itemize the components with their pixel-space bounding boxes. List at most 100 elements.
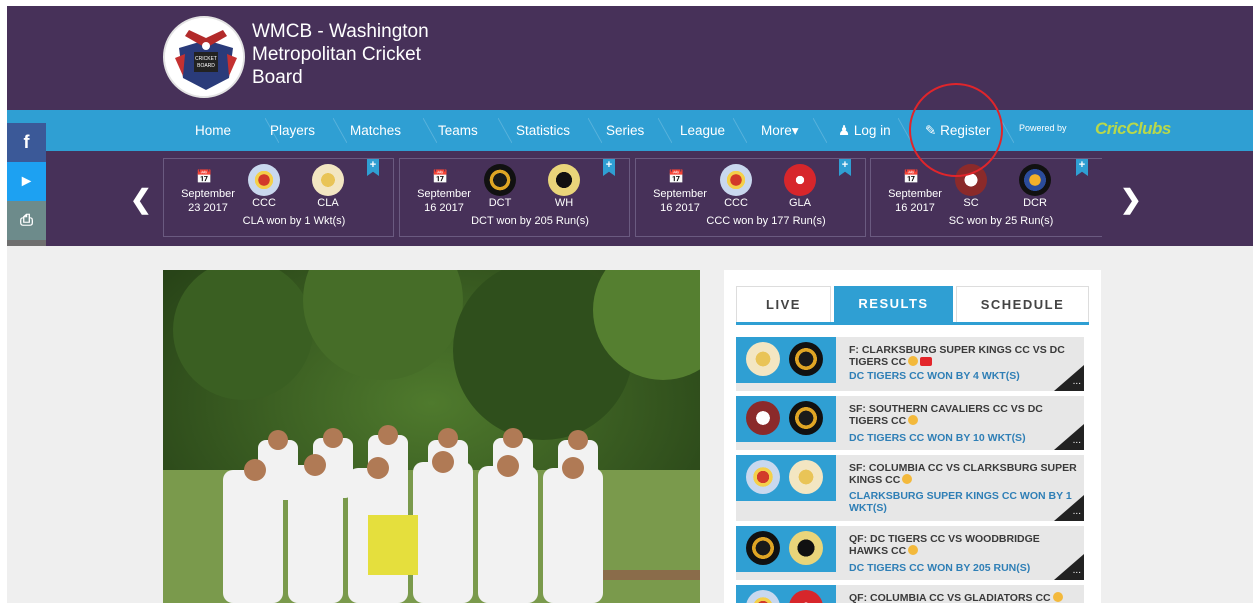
nav-separator — [333, 118, 347, 143]
calendar-icon: 📅 — [196, 169, 213, 184]
tab-schedule[interactable]: SCHEDULE — [956, 286, 1089, 322]
team-logo-clarksburg — [746, 342, 780, 376]
twitter-icon[interactable]: ► — [7, 162, 46, 201]
match-card[interactable]: 📅 September 23 2017 CCC CLA CLA won by 1 … — [163, 158, 394, 237]
nav-statistics[interactable]: Statistics — [516, 110, 570, 151]
team-logo-woodbridge-hawks — [789, 531, 823, 565]
plus-bookmark-icon[interactable]: + — [367, 159, 379, 176]
result-summary: DC TIGERS CC WON BY 205 RUN(S) — [849, 562, 1031, 574]
plus-bookmark-icon[interactable]: + — [1076, 159, 1088, 176]
site-title[interactable]: WMCB - Washington Metropolitan Cricket B… — [252, 20, 452, 89]
nav-teams[interactable]: Teams — [438, 110, 478, 151]
nav-more[interactable]: More▾ — [761, 110, 799, 151]
team-code: DCT — [488, 197, 512, 209]
team-logo-wh — [548, 164, 580, 196]
result-title: SF: SOUTHERN CAVALIERS CC VS DC TIGERS C… — [849, 403, 1043, 427]
nav-league[interactable]: League — [680, 110, 725, 151]
cricclubs-logo[interactable]: CricClubs — [1095, 119, 1171, 143]
match-result: DCT won by 205 Run(s) — [471, 215, 589, 227]
powered-by-label: Powered by — [1019, 123, 1067, 133]
svg-text:BOARD: BOARD — [197, 63, 215, 69]
result-team-logos — [736, 585, 836, 603]
nav-separator — [898, 118, 912, 143]
results-panel: LIVE RESULTS SCHEDULE F: CLARKSBURG SUPE… — [724, 270, 1101, 603]
match-card[interactable]: 📅 September 16 2017 SC DCR SC won by 25 R… — [870, 158, 1102, 237]
nav-home[interactable]: Home — [195, 110, 231, 151]
plus-bookmark-icon[interactable]: + — [603, 159, 615, 176]
result-title: SF: COLUMBIA CC VS CLARKSBURG SUPER KING… — [849, 462, 1077, 486]
team-logo-dcr — [1019, 164, 1051, 196]
match-ticker: ❮ 📅 September 23 2017 CCC CLA CLA won by … — [7, 151, 1253, 246]
team-code: SC — [963, 197, 979, 209]
match-date: September 23 2017 — [181, 188, 235, 214]
nav-players[interactable]: Players — [270, 110, 315, 151]
team-code: DCR — [1023, 197, 1047, 209]
team-logo-ccc — [720, 164, 752, 196]
match-card[interactable]: 📅 September 16 2017 CCC GLA CCC won by 17… — [635, 158, 866, 237]
nav-register[interactable]: ✎ Register — [925, 110, 990, 151]
team-logo-dc-tigers — [789, 401, 823, 435]
team-code: CCC — [724, 197, 748, 209]
nav-separator — [498, 118, 512, 143]
cricket-ball-icon — [1052, 592, 1063, 602]
chevron-right-icon[interactable]: ❯ — [1120, 184, 1142, 215]
youtube-icon[interactable] — [920, 357, 933, 366]
calendar-icon: 📅 — [668, 169, 685, 184]
result-item[interactable]: QF: DC TIGERS CC VS WOODBRIDGE HAWKS CC … — [736, 526, 1084, 580]
team-code: GLA — [788, 197, 811, 209]
result-item[interactable]: SF: SOUTHERN CAVALIERS CC VS DC TIGERS C… — [736, 396, 1084, 450]
edit-icon: ✎ — [925, 123, 937, 138]
nav-separator — [423, 118, 437, 143]
print-icon[interactable]: ⎙ — [7, 201, 46, 240]
result-title: QF: DC TIGERS CC VS WOODBRIDGE HAWKS CC — [849, 533, 1040, 557]
team-logo-ccc — [248, 164, 280, 196]
nav-series[interactable]: Series — [606, 110, 644, 151]
page: CRICKET BOARD WMCB - Washington Metropol… — [0, 0, 1253, 603]
result-title: F: CLARKSBURG SUPER KINGS CC VS DC TIGER… — [849, 344, 1065, 368]
result-summary: DC TIGERS CC WON BY 4 WKT(S) — [849, 370, 1020, 382]
match-result: SC won by 25 Run(s) — [948, 215, 1054, 227]
nav-login-label: Log in — [853, 123, 891, 138]
nav-separator — [813, 118, 827, 143]
nav-login[interactable]: ♟ Log in — [838, 110, 891, 151]
team-code: WH — [554, 197, 574, 209]
team-logo-cla — [312, 164, 344, 196]
team-logo-southern-cavaliers — [746, 401, 780, 435]
result-team-logos — [736, 455, 836, 501]
match-card[interactable]: 📅 September 16 2017 DCT WH DCT won by 205… — [399, 158, 630, 237]
site-header: CRICKET BOARD WMCB - Washington Metropol… — [7, 6, 1253, 110]
result-summary: CLARKSBURG SUPER KINGS CC WON BY 1 WKT(S… — [849, 490, 1072, 514]
team-logo-columbia — [746, 590, 780, 603]
team-logo-dct — [484, 164, 516, 196]
calendar-icon: 📅 — [903, 169, 920, 184]
team-logo-gla — [784, 164, 816, 196]
team-logo-clarksburg — [789, 460, 823, 494]
result-team-logos — [736, 526, 836, 572]
cricket-ball-icon — [908, 545, 919, 555]
facebook-icon[interactable]: f — [7, 123, 46, 162]
match-date: September 16 2017 — [417, 188, 471, 214]
team-logo-gladiators — [789, 590, 823, 603]
nav-matches[interactable]: Matches — [350, 110, 401, 151]
nav-separator — [733, 118, 747, 143]
result-summary: DC TIGERS CC WON BY 10 WKT(S) — [849, 432, 1026, 444]
team-logo-sc — [955, 164, 987, 196]
result-item[interactable]: SF: COLUMBIA CC VS CLARKSBURG SUPER KING… — [736, 455, 1084, 521]
plus-bookmark-icon[interactable]: + — [839, 159, 851, 176]
nav-separator — [1000, 118, 1014, 143]
tab-results[interactable]: RESULTS — [834, 286, 953, 322]
tab-live[interactable]: LIVE — [736, 286, 831, 322]
result-item[interactable]: QF: COLUMBIA CC VS GLADIATORS CC — [736, 585, 1084, 603]
svg-text:CRICKET: CRICKET — [195, 56, 217, 62]
team-logo-dc-tigers — [746, 531, 780, 565]
nav-register-label: Register — [940, 123, 991, 138]
team-photo[interactable] — [163, 270, 700, 603]
match-date: September 16 2017 — [888, 188, 942, 214]
main-nav: Home Players Matches Teams Statistics Se… — [7, 110, 1253, 151]
cricket-ball-icon — [902, 474, 913, 484]
result-team-logos — [736, 337, 836, 383]
wmcb-crest-logo[interactable]: CRICKET BOARD — [163, 16, 245, 98]
result-item[interactable]: F: CLARKSBURG SUPER KINGS CC VS DC TIGER… — [736, 337, 1084, 391]
match-result: CCC won by 177 Run(s) — [706, 215, 826, 227]
chevron-left-icon[interactable]: ❮ — [130, 184, 152, 215]
